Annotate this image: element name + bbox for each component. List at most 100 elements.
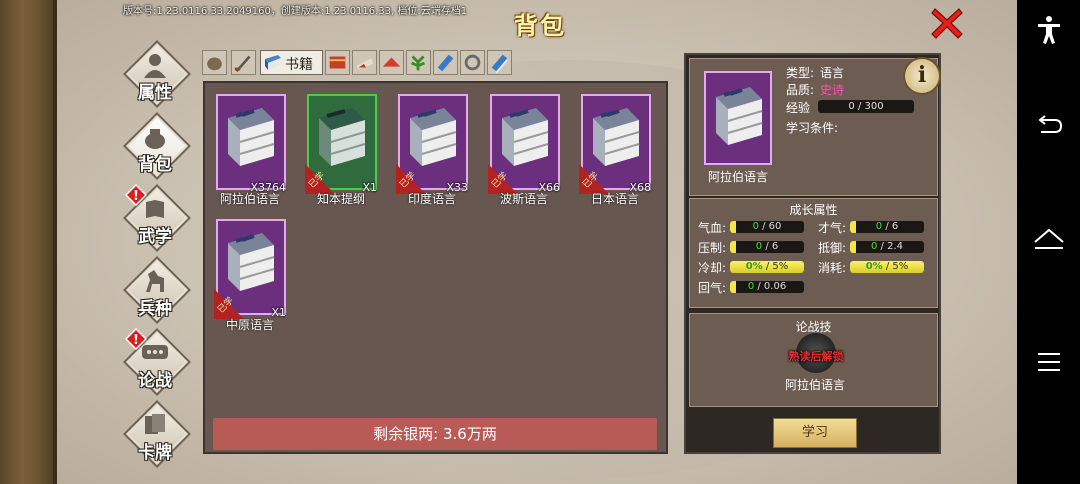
herb-icon[interactable]: [406, 50, 431, 75]
page-title: 背包: [514, 12, 566, 40]
info-icon[interactable]: i: [903, 57, 941, 95]
inventory-item[interactable]: X3764: [216, 94, 286, 194]
sidebar-item-label: 属性: [138, 83, 172, 103]
skill-lock-text: 熟读后解锁: [788, 350, 844, 363]
stat-label: 压制:: [698, 241, 727, 255]
inventory-item[interactable]: 已学 X68: [579, 94, 651, 194]
close-icon[interactable]: [930, 6, 964, 40]
stat-current: 0%: [865, 261, 883, 272]
hat-icon[interactable]: [379, 50, 404, 75]
sidebar-item-label: 兵种: [138, 299, 172, 319]
alert-icon: !: [125, 184, 147, 206]
svg-text:!: !: [133, 333, 139, 348]
blue-book-icon[interactable]: [433, 50, 458, 75]
sidebar-item-debate[interactable]: ! 论战: [123, 328, 191, 396]
sidebar-item-troops[interactable]: 兵种: [123, 256, 191, 324]
stat-label: 消耗:: [818, 261, 847, 275]
book-item-icon: [716, 87, 763, 145]
stat-resist: 抵御: 0 / 2.4: [818, 239, 928, 255]
book-item-icon: [593, 108, 640, 166]
sidebar-item-martial[interactable]: ! 武学: [123, 184, 191, 252]
inventory-item[interactable]: 已学 X33: [396, 94, 468, 194]
sidebar-item-label: 背包: [138, 155, 172, 175]
alert-icon: !: [125, 328, 147, 350]
inventory-item[interactable]: 已学 X1: [305, 94, 377, 194]
stat-max: / 5%: [882, 261, 909, 272]
stat-label: 气血:: [698, 221, 727, 235]
stat-max: / 6: [762, 241, 779, 252]
book-item-icon: [228, 108, 275, 166]
svg-text:!: !: [133, 189, 139, 204]
sword-icon[interactable]: [231, 50, 256, 75]
type-value: 语言: [820, 66, 845, 80]
sidebar-item-label: 论战: [138, 371, 172, 391]
scroll-icon[interactable]: [325, 50, 350, 75]
stat-max: / 60: [758, 221, 782, 232]
inventory-item[interactable]: 已学 X1: [214, 219, 286, 319]
stat-suppress: 压制: 0 / 6: [698, 239, 808, 255]
wood-frame-left: [0, 0, 57, 484]
book-tab-icon: [265, 55, 281, 70]
detail-item-name: 阿拉伯语言: [707, 170, 768, 184]
stat-label: 才气:: [818, 221, 847, 235]
blue-book-2-icon[interactable]: [487, 50, 512, 75]
learn-requirement: 学习条件:: [786, 121, 839, 135]
menu-icon[interactable]: [1031, 344, 1067, 380]
stat-max: / 0.06: [754, 281, 787, 292]
accessibility-icon[interactable]: [1031, 12, 1067, 48]
exp-bar: 0 / 300: [818, 100, 914, 113]
system-nav-bar: [1017, 0, 1080, 484]
detail-item-frame: [704, 71, 772, 165]
stat-cooldown: 冷却: 0% / 5%: [698, 259, 808, 275]
inventory-item[interactable]: 已学 X66: [488, 94, 560, 194]
back-icon[interactable]: [1031, 108, 1067, 144]
stat-label: 抵御:: [818, 241, 847, 255]
item-name: 波斯语言: [499, 192, 548, 206]
rope-icon[interactable]: [460, 50, 485, 75]
stat-max: / 2.4: [877, 241, 903, 252]
book-item-icon: [410, 108, 457, 166]
detail-type: 类型: 语言: [786, 64, 844, 81]
item-name: 中原语言: [225, 318, 274, 332]
stat-talent: 才气: 0 / 6: [818, 219, 928, 235]
sidebar-item-label: 卡牌: [138, 443, 172, 463]
stat-cost: 消耗: 0% / 5%: [818, 259, 928, 275]
cloth-icon[interactable]: [352, 50, 377, 75]
exp-label: 经验: [786, 101, 811, 115]
person-icon: [144, 54, 166, 78]
item-name: 印度语言: [407, 192, 456, 206]
silver-remaining: 剩余银两: 3.6万两: [213, 418, 657, 450]
pouch-icon[interactable]: [202, 50, 227, 75]
cards-icon: [145, 414, 165, 434]
bag-icon: [145, 129, 165, 149]
stat-label: 回气:: [698, 281, 727, 295]
stat-label: 冷却:: [698, 261, 727, 275]
stat-max: / 6: [882, 221, 899, 232]
type-label: 类型:: [786, 66, 815, 80]
quality-value: 史诗: [820, 83, 845, 97]
horse-icon: [146, 270, 164, 292]
book-item-icon: [228, 233, 275, 291]
item-name: 知本提纲: [316, 192, 365, 206]
book-item-icon: [502, 108, 549, 166]
home-icon[interactable]: [1031, 222, 1067, 258]
stat-current: 0%: [745, 261, 763, 272]
stat-max: / 5%: [762, 261, 789, 272]
growth-title: 成长属性: [789, 203, 838, 217]
detail-quality: 品质: 史诗: [786, 81, 844, 98]
quality-label: 品质:: [786, 83, 815, 97]
item-name: 日本语言: [590, 192, 639, 206]
tab-label: 书籍: [285, 57, 313, 73]
sidebar-item-label: 武学: [138, 227, 172, 247]
book-icon: [146, 200, 164, 218]
item-name: 阿拉伯语言: [219, 192, 280, 206]
stat-hp: 气血: 0 / 60: [698, 219, 808, 235]
tab-books[interactable]: 书籍: [260, 50, 323, 75]
skill-name: 阿拉伯语言: [784, 378, 845, 392]
sidebar-item-attributes[interactable]: 属性: [123, 40, 191, 108]
learn-button[interactable]: 学习: [773, 418, 857, 448]
sidebar-item-cards[interactable]: 卡牌: [123, 400, 191, 468]
book-item-icon: [319, 108, 366, 166]
stat-regen: 回气: 0 / 0.06: [698, 279, 808, 295]
sidebar-item-bag[interactable]: 背包: [123, 112, 191, 180]
